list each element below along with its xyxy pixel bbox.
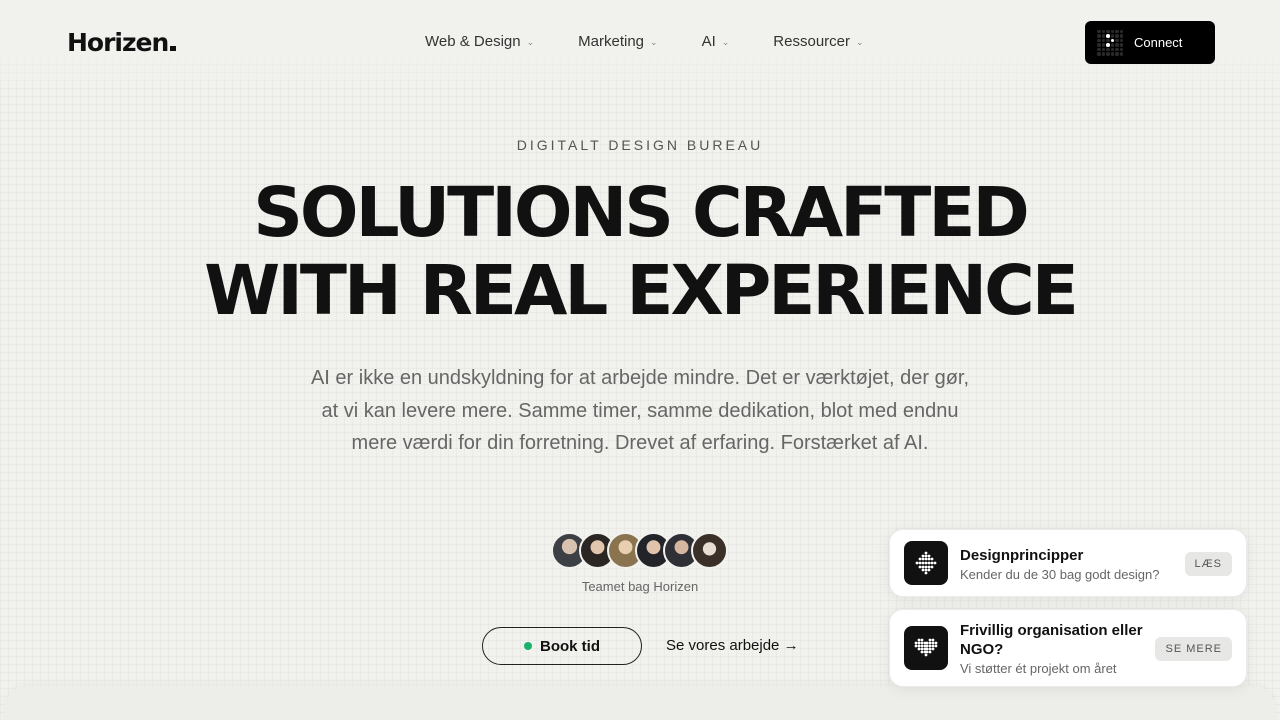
card-title: Designprincipper [960, 547, 1084, 564]
book-label: Book tid [540, 637, 600, 655]
dot-matrix-icon [1097, 29, 1123, 56]
nav-item-marketing[interactable]: Marketing ⌄ [578, 33, 657, 50]
nav-item-label: Marketing [578, 33, 645, 50]
connect-label: Connect [1134, 35, 1183, 50]
card-description: Vi støtter ét projekt om året [960, 661, 1117, 676]
main-nav: Web & Design ⌄ Marketing ⌄ AI ⌄ Ressourc… [425, 33, 864, 50]
see-work-link[interactable]: Se vores arbejde → [666, 637, 799, 654]
logo-text: Horizen [67, 28, 169, 57]
hero-subtitle: AI er ikke en undskyldning for at arbejd… [310, 367, 970, 454]
chevron-down-icon: ⌄ [526, 37, 535, 47]
hero-eyebrow: DIGITALT DESIGN BUREAU [516, 137, 764, 153]
chevron-down-icon: ⌄ [650, 37, 658, 47]
card-description: Kender du de 30 bag godt design? [960, 567, 1160, 582]
heart-pixel-icon [904, 626, 948, 670]
chevron-down-icon: ⌄ [721, 37, 730, 47]
nav-item-label: Web & Design [425, 33, 521, 50]
book-button[interactable]: Book tid [482, 627, 642, 665]
notification-card-ngo[interactable]: Frivillig organisation eller NGO? Vi stø… [889, 609, 1247, 687]
team-avatars [551, 532, 728, 569]
logo[interactable]: Horizen [67, 28, 177, 57]
hero-headline: SOLUTIONS CRAFTED WITH REAL EXPERIENCE [0, 174, 1280, 330]
nav-item-label: Ressourcer [773, 33, 850, 50]
read-button[interactable]: LÆS [1184, 552, 1232, 576]
status-dot-icon [524, 642, 532, 650]
diamond-pixel-icon [904, 541, 948, 585]
avatar [691, 532, 728, 569]
bottom-section-card [5, 686, 1275, 720]
nav-item-label: AI [701, 33, 716, 50]
card-title: Frivillig organisation eller NGO? [960, 622, 1143, 658]
nav-item-web-design[interactable]: Web & Design ⌄ [425, 33, 534, 50]
see-more-button[interactable]: SE MERE [1155, 637, 1232, 661]
headline-line-1: SOLUTIONS CRAFTED [253, 173, 1030, 253]
chevron-down-icon: ⌄ [856, 37, 864, 47]
logo-dot [170, 46, 177, 51]
nav-item-ressourcer[interactable]: Ressourcer ⌄ [773, 33, 863, 50]
notification-card-design[interactable]: Designprincipper Kender du de 30 bag god… [889, 529, 1247, 597]
nav-item-ai[interactable]: AI ⌄ [702, 33, 730, 50]
connect-button[interactable]: Connect [1085, 21, 1215, 64]
headline-line-2: WITH REAL EXPERIENCE [204, 251, 1079, 331]
